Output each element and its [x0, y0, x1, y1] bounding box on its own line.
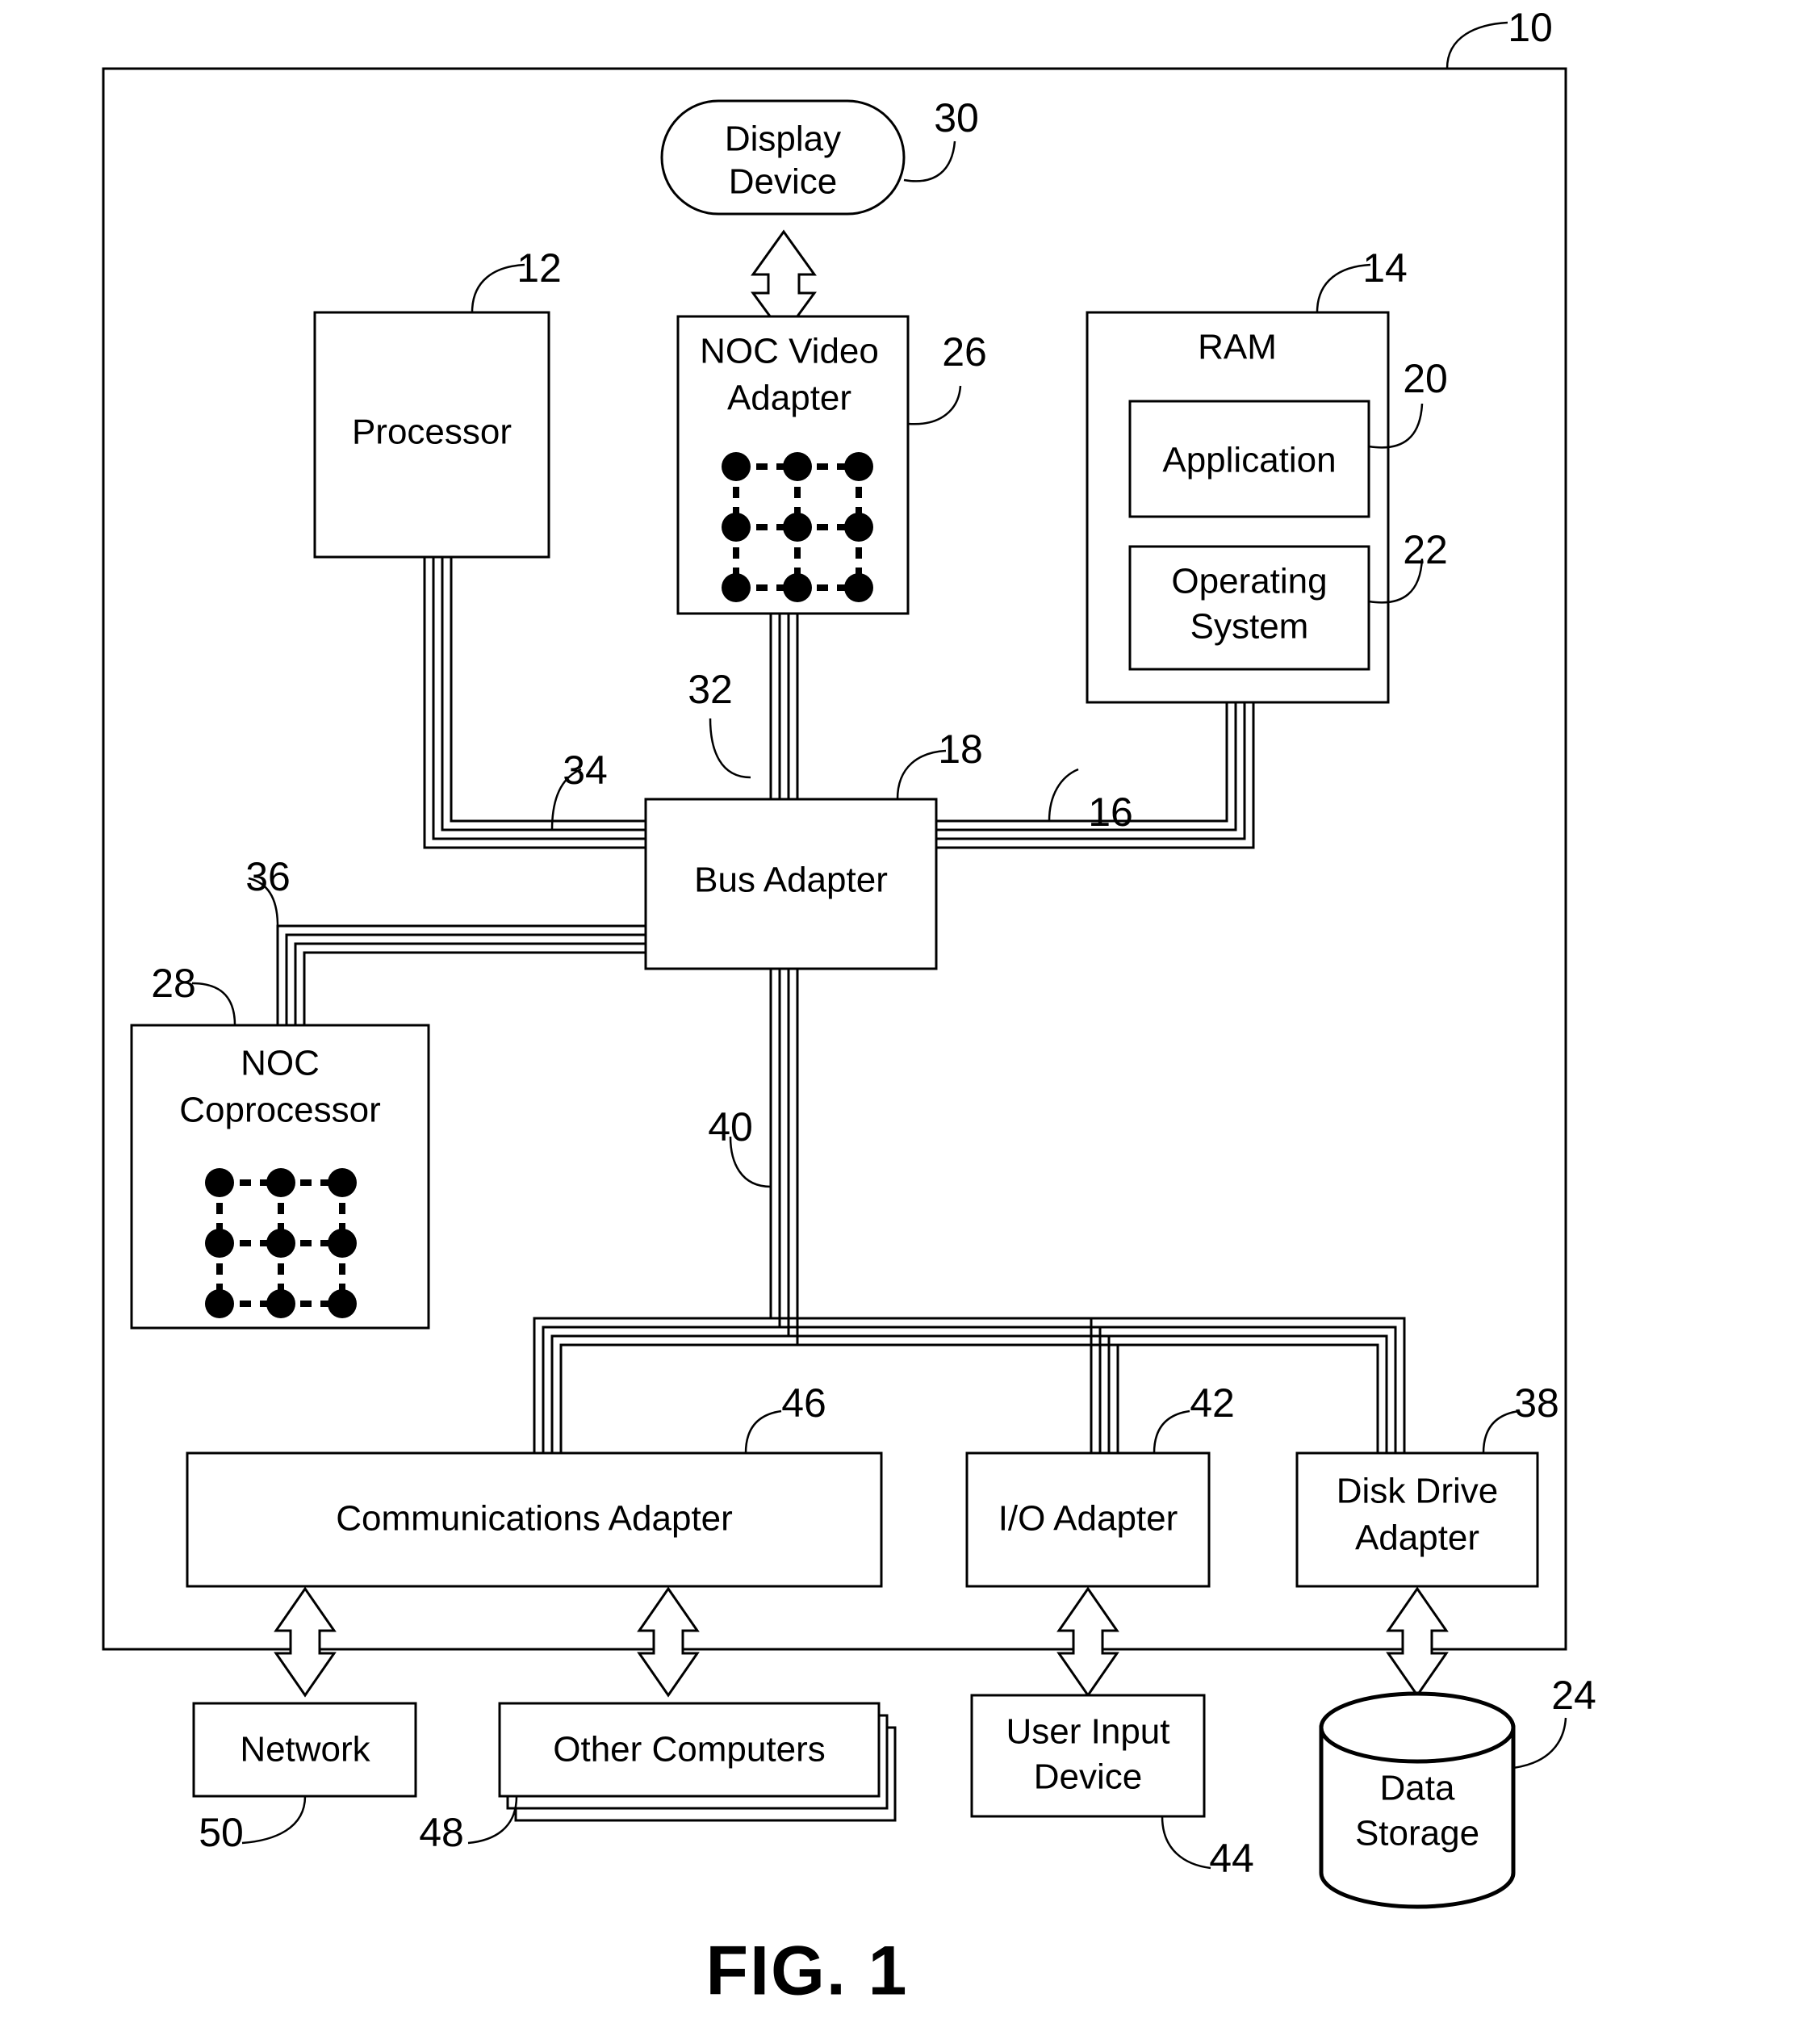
ref-40: 40: [708, 1104, 753, 1150]
ref-14: 14: [1362, 245, 1408, 291]
disk-drive-adapter-label-2: Adapter: [1355, 1518, 1479, 1558]
ref-38: 38: [1514, 1380, 1559, 1426]
ref-36: 36: [245, 854, 291, 899]
operating-system-label-1: Operating: [1171, 562, 1327, 601]
io-userinput-arrow: [1056, 1586, 1119, 1698]
noc-coprocessor-label-1: NOC: [241, 1044, 320, 1083]
noc-video-adapter-label-2: Adapter: [727, 379, 851, 418]
bus-adapter-label: Bus Adapter: [694, 861, 888, 900]
patent-figure: 10 34 32 16 36 40 Display Device 30 Proc…: [0, 0, 1799, 2044]
data-storage-label-2: Storage: [1355, 1814, 1479, 1853]
figure-caption: FIG. 1: [706, 1933, 909, 2010]
application-label: Application: [1162, 441, 1336, 480]
communications-adapter-label: Communications Adapter: [336, 1499, 733, 1539]
leader-32: [709, 718, 751, 779]
bus-32-video: [769, 614, 799, 799]
ref-20: 20: [1403, 356, 1448, 401]
figure-canvas: 10 34 32 16 36 40 Display Device 30 Proc…: [102, 5, 1596, 2010]
noc-video-adapter-label-1: NOC Video: [700, 332, 879, 371]
ref-42: 42: [1190, 1380, 1235, 1426]
ref-24: 24: [1551, 1673, 1596, 1718]
ram-label: RAM: [1198, 328, 1277, 367]
ref-10: 10: [1508, 5, 1553, 50]
leader-44: [1161, 1816, 1211, 1870]
bus-34-front-side: [423, 557, 646, 849]
ref-30: 30: [934, 95, 979, 140]
ref-18: 18: [938, 727, 983, 772]
noc-coprocessor-mesh-icon: [205, 1168, 357, 1318]
noc-video-mesh-icon: [722, 452, 873, 602]
bus-40-expansion: [533, 969, 1406, 1453]
ref-34: 34: [563, 748, 608, 793]
ref-26: 26: [942, 329, 987, 375]
data-storage-label-1: Data: [1380, 1769, 1455, 1808]
ref-16: 16: [1088, 790, 1133, 835]
leader-46: [744, 1409, 782, 1454]
operating-system-label-2: System: [1190, 607, 1309, 647]
leader-42: [1153, 1409, 1190, 1454]
leader-26: [907, 385, 962, 425]
ref-50: 50: [199, 1810, 244, 1855]
other-computers-label: Other Computers: [553, 1730, 825, 1770]
ref-44: 44: [1209, 1836, 1254, 1881]
bus-36-coprocessor: [276, 924, 646, 1025]
leader-30: [903, 140, 956, 182]
leader-28: [191, 982, 236, 1026]
comm-othercomputers-arrow: [637, 1586, 700, 1698]
leader-24: [1512, 1717, 1567, 1770]
comm-network-arrow: [274, 1586, 337, 1698]
processor-label: Processor: [352, 413, 512, 452]
user-input-device-label-2: Device: [1034, 1757, 1143, 1797]
noc-coprocessor-label-2: Coprocessor: [179, 1091, 380, 1130]
user-input-device-label-1: User Input: [1006, 1712, 1170, 1752]
disk-drive-adapter-label-1: Disk Drive: [1337, 1472, 1498, 1511]
leader-16: [1048, 768, 1079, 822]
ref-12: 12: [517, 245, 562, 291]
display-device-label-1: Display: [725, 119, 841, 159]
network-label: Network: [240, 1730, 370, 1770]
ref-46: 46: [781, 1380, 826, 1426]
ref-32: 32: [688, 667, 733, 712]
ref-48: 48: [419, 1810, 464, 1855]
ref-28: 28: [151, 961, 196, 1006]
display-device-label-2: Device: [729, 162, 838, 202]
leader-50: [241, 1795, 307, 1845]
leader-10: [1445, 21, 1508, 69]
io-adapter-label: I/O Adapter: [998, 1499, 1178, 1539]
ref-22: 22: [1403, 527, 1448, 572]
disk-datastorage-arrow: [1386, 1586, 1449, 1698]
